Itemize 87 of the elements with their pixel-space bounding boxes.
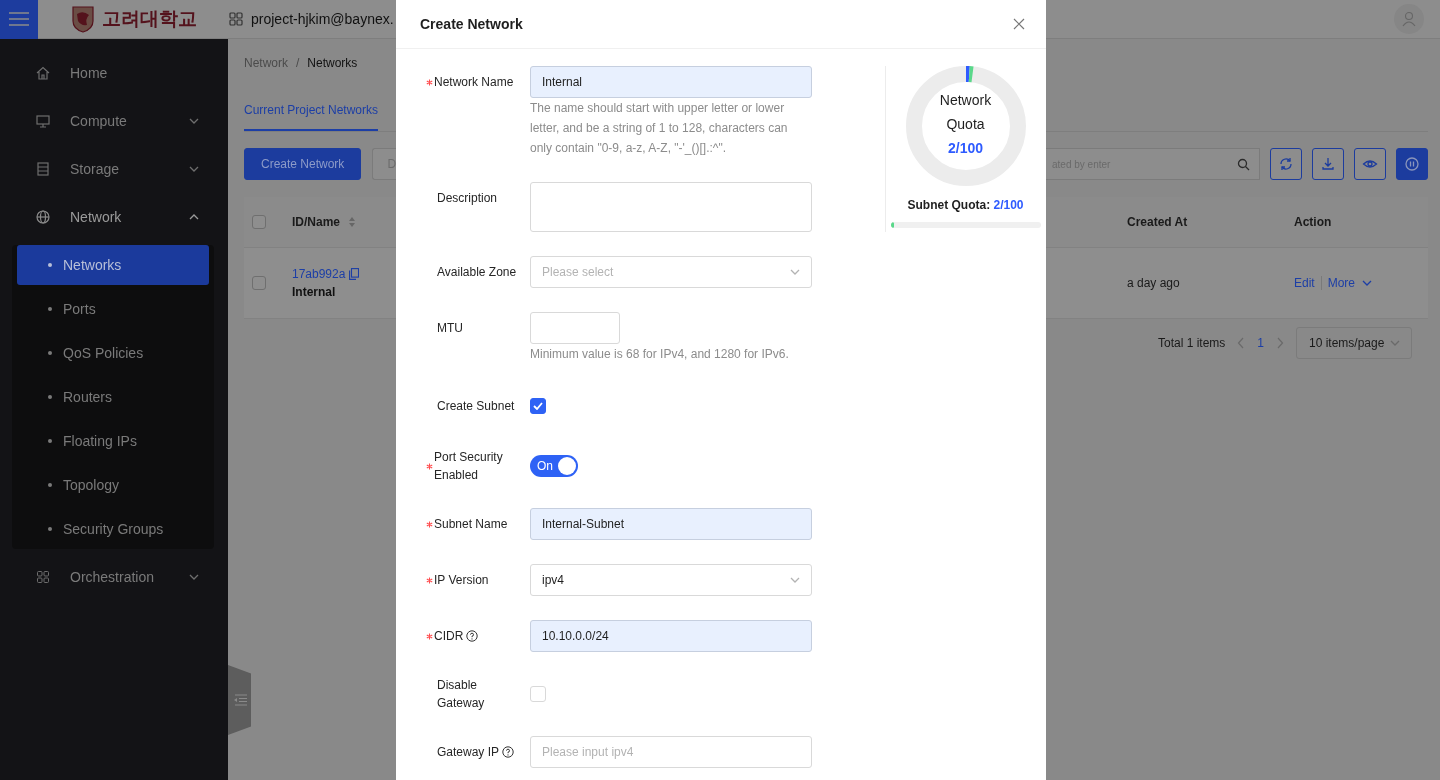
field-label: Port Security Enabled bbox=[434, 449, 504, 484]
sidebar-subitem[interactable]: Ports bbox=[17, 289, 209, 329]
sidebar-item[interactable]: Network bbox=[0, 193, 228, 241]
sidebar-subitem[interactable]: Topology bbox=[17, 465, 209, 505]
pause-icon bbox=[1404, 156, 1420, 172]
input-field[interactable]: Internal bbox=[530, 66, 812, 98]
checkmark-icon bbox=[533, 402, 543, 410]
field-label: Create Subnet bbox=[437, 398, 515, 415]
create-button[interactable]: Create Network bbox=[244, 148, 362, 180]
help-icon[interactable] bbox=[502, 746, 515, 758]
home-icon bbox=[35, 65, 51, 81]
breadcrumb-item: Networks bbox=[307, 55, 358, 71]
select-field[interactable]: ipv4 bbox=[530, 564, 812, 596]
collapse-icon bbox=[232, 694, 247, 706]
column-header: Action bbox=[1294, 215, 1332, 229]
edit-link[interactable]: Edit bbox=[1294, 276, 1315, 290]
tab[interactable]: Current Project Networks bbox=[244, 91, 379, 131]
input-field[interactable]: 10.10.0.0/24 bbox=[530, 620, 812, 652]
quota-value: 2/100 bbox=[947, 139, 983, 158]
page-size-select[interactable]: 10 items/page bbox=[1296, 327, 1412, 359]
pause-button[interactable] bbox=[1396, 148, 1428, 180]
logo-text: 고려대학교 bbox=[102, 7, 197, 31]
help-icon[interactable] bbox=[466, 630, 479, 642]
field-label: Available Zone bbox=[437, 264, 517, 281]
input-field[interactable] bbox=[530, 312, 620, 344]
search-icon bbox=[1237, 158, 1250, 171]
checkbox[interactable] bbox=[252, 215, 266, 229]
breadcrumb-item[interactable]: Network bbox=[244, 55, 288, 71]
menu-icon bbox=[9, 11, 29, 27]
table-cell-text: a day ago bbox=[1127, 276, 1181, 290]
checkbox[interactable] bbox=[252, 276, 266, 290]
next-page-icon[interactable] bbox=[1276, 337, 1284, 349]
field-label: Disable Gateway bbox=[437, 677, 486, 712]
sidebar-subitem[interactable]: Routers bbox=[17, 377, 209, 417]
column-header: Created At bbox=[1127, 215, 1188, 229]
crest-icon bbox=[72, 5, 94, 33]
grid-icon bbox=[35, 569, 51, 585]
more-link[interactable]: More bbox=[1327, 276, 1374, 290]
server-icon bbox=[35, 161, 51, 177]
refresh-icon bbox=[1278, 156, 1294, 172]
download-button[interactable] bbox=[1312, 148, 1344, 180]
field-label: Description bbox=[437, 190, 498, 207]
sidebar-item[interactable]: Compute bbox=[0, 97, 228, 145]
menu-button[interactable] bbox=[0, 0, 38, 39]
field-label: Subnet Name bbox=[434, 516, 508, 533]
modal-title: Create Network bbox=[420, 16, 524, 32]
field-label: CIDR bbox=[434, 628, 464, 645]
sidebar-item[interactable]: Storage bbox=[0, 145, 228, 193]
field-label: Gateway IP bbox=[437, 744, 500, 761]
breadcrumb-separator: / bbox=[296, 55, 300, 71]
checkbox[interactable] bbox=[530, 398, 546, 414]
field-label: Network Name bbox=[434, 74, 514, 91]
input-field[interactable]: Internal-Subnet bbox=[530, 508, 812, 540]
page-number[interactable]: 1 bbox=[1257, 336, 1264, 350]
textarea-field[interactable] bbox=[530, 182, 812, 232]
quota-title: Network Quota bbox=[938, 91, 993, 134]
sidebar-item[interactable]: Orchestration bbox=[0, 553, 228, 601]
subnet-quota-text: Subnet Quota: 2/100 bbox=[907, 198, 1024, 212]
user-icon bbox=[1402, 11, 1416, 27]
column-header[interactable]: ID/Name bbox=[292, 215, 341, 229]
field-label: IP Version bbox=[434, 572, 489, 589]
total-count: Total 1 items bbox=[1157, 336, 1226, 350]
sidebar-subitem[interactable]: Security Groups bbox=[17, 509, 209, 549]
sidebar-subitem[interactable]: QoS Policies bbox=[17, 333, 209, 373]
previous-page-icon[interactable] bbox=[1237, 337, 1246, 349]
copy-icon[interactable] bbox=[349, 268, 360, 280]
close-button[interactable] bbox=[1012, 17, 1026, 31]
id-link[interactable]: 17ab992a bbox=[292, 267, 346, 281]
monitor-icon bbox=[35, 113, 51, 129]
sidebar-subitem[interactable]: Floating IPs bbox=[17, 421, 209, 461]
help-text: Minimum value is 68 for IPv4, and 1280 for IPv6. bbox=[530, 346, 790, 363]
eye-button[interactable] bbox=[1354, 148, 1386, 180]
help-text: The name should start with upper letter or lower letter, and be a string of 1 to 128, characters can only contain "0-9, a-z, A-Z, "-'_()[].:^". bbox=[530, 100, 789, 157]
sidebar-item[interactable]: Home bbox=[0, 49, 228, 97]
table-cell-text: Internal bbox=[292, 285, 337, 299]
sort-icon[interactable] bbox=[348, 216, 357, 228]
input-field[interactable]: Please input ipv4 bbox=[530, 736, 812, 768]
globe-icon bbox=[35, 209, 51, 225]
field-label: MTU bbox=[437, 320, 463, 337]
project-name[interactable]: project-hjkim@baynex. bbox=[251, 11, 394, 27]
avatar[interactable] bbox=[1394, 4, 1424, 34]
sidebar-subitem[interactable]: Networks bbox=[17, 245, 209, 285]
close-icon bbox=[1012, 17, 1026, 31]
toggle-switch[interactable]: On bbox=[530, 455, 578, 477]
refresh-button[interactable] bbox=[1270, 148, 1302, 180]
download-icon bbox=[1320, 156, 1336, 172]
grid-icon[interactable] bbox=[229, 12, 243, 26]
